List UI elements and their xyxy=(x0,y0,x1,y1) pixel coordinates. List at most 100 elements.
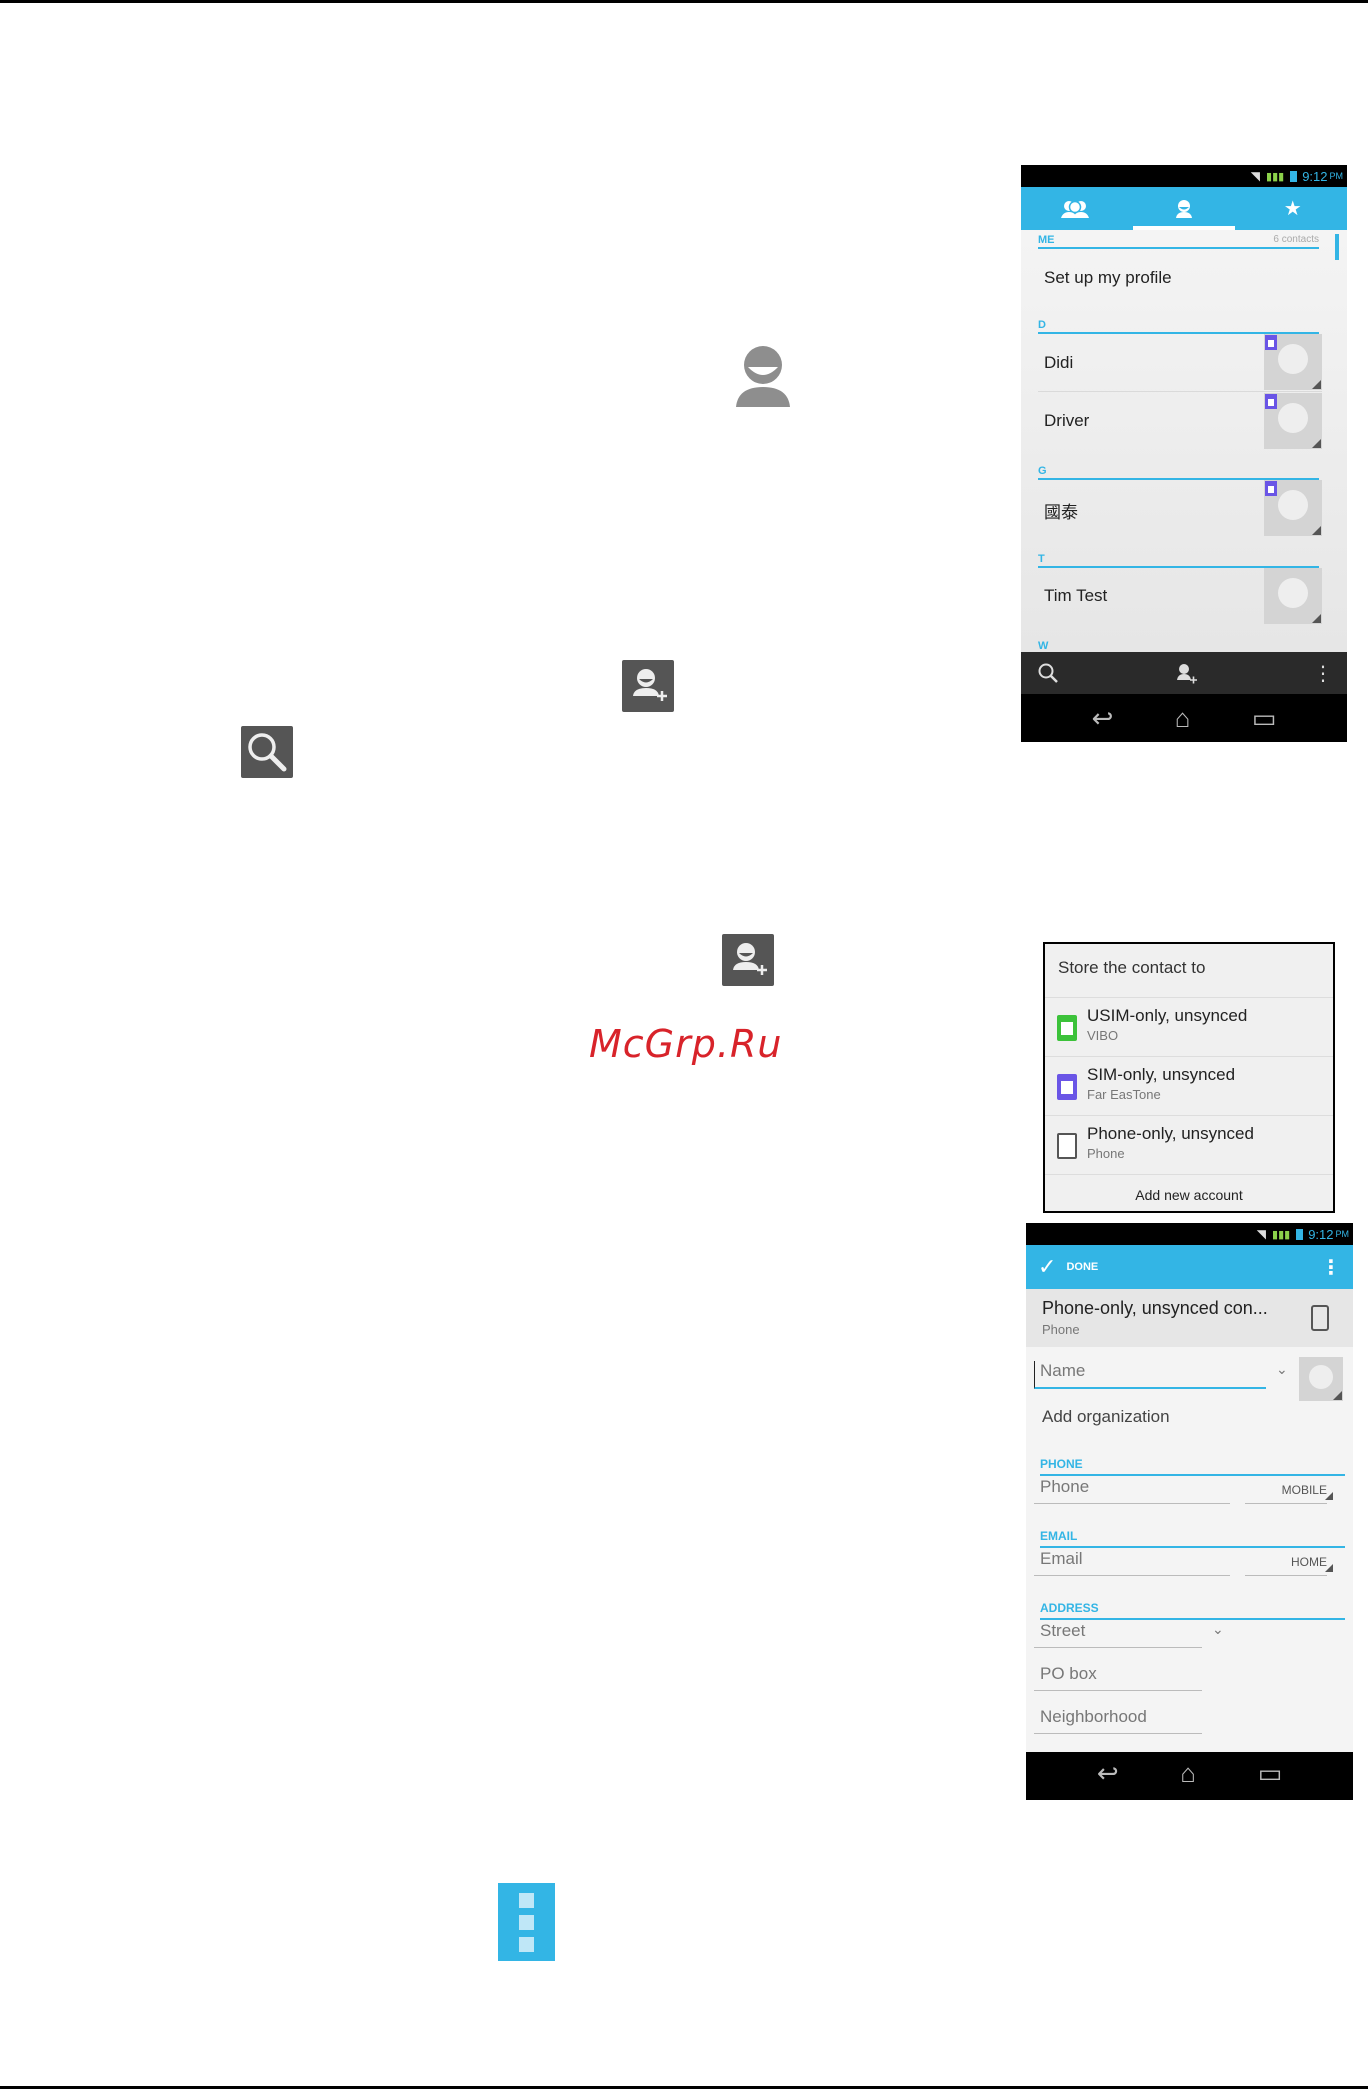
phone-device-icon xyxy=(1311,1305,1329,1331)
option-label: USIM-only, unsynced xyxy=(1087,1006,1248,1025)
option-sub: Phone xyxy=(1087,1146,1125,1161)
name-field[interactable]: Name xyxy=(1034,1361,1266,1389)
option-label: SIM-only, unsynced xyxy=(1087,1065,1236,1084)
signal-icon: ▮▮▮ xyxy=(1272,1228,1291,1241)
battery-icon xyxy=(1290,170,1298,182)
contact-item[interactable]: 國泰 xyxy=(1044,498,1078,523)
contact-list[interactable]: ME 6 contacts Set up my profile D Didi D… xyxy=(1021,230,1347,652)
divider xyxy=(1038,391,1322,392)
check-icon[interactable]: ✓ xyxy=(1038,1254,1056,1280)
back-icon[interactable]: ↩ xyxy=(1092,703,1114,734)
menu-icon[interactable]: ⋮ xyxy=(1313,661,1333,686)
contact-avatar xyxy=(1264,568,1322,624)
done-button[interactable]: DONE xyxy=(1066,1261,1098,1273)
recents-icon[interactable]: ▭ xyxy=(1258,1758,1283,1789)
wifi-icon: ◥ xyxy=(1250,169,1261,183)
section-header-d: D xyxy=(1038,319,1319,334)
contact-avatar xyxy=(1264,480,1322,536)
search-icon xyxy=(241,726,293,778)
phone-device-icon xyxy=(1057,1133,1077,1159)
contact-item[interactable]: Tim Test xyxy=(1044,586,1107,606)
add-new-account-button[interactable]: Add new account xyxy=(1045,1175,1333,1215)
nav-bar: ↩ ⌂ ▭ xyxy=(1021,694,1347,742)
star-icon: ★ xyxy=(1283,198,1302,220)
section-header-t: T xyxy=(1038,553,1319,568)
section-email: EMAIL xyxy=(1040,1529,1345,1548)
store-contact-dialog: Store the contact to USIM-only, unsynced… xyxy=(1043,942,1335,1213)
section-header-g: G xyxy=(1038,465,1319,480)
nav-bar: ↩ ⌂ ▭ xyxy=(1026,1752,1353,1795)
tab-bar: ★ xyxy=(1021,187,1347,230)
contact-icon xyxy=(1176,199,1192,218)
tab-all-contacts[interactable] xyxy=(1130,187,1239,230)
neighborhood-field[interactable]: Neighborhood xyxy=(1034,1707,1202,1734)
chevron-down-icon[interactable]: ⌄ xyxy=(1212,1621,1224,1638)
phone-field[interactable]: Phone xyxy=(1034,1477,1230,1504)
top-rule xyxy=(0,0,1368,3)
section-address: ADDRESS xyxy=(1040,1601,1345,1620)
sim-icon xyxy=(1265,394,1277,409)
add-contact-icon xyxy=(722,934,774,986)
option-usim[interactable]: USIM-only, unsynced VIBO xyxy=(1045,998,1333,1057)
groups-icon xyxy=(1061,200,1090,218)
bottom-rule xyxy=(0,2086,1368,2089)
wifi-icon: ◥ xyxy=(1256,1227,1267,1241)
option-phone[interactable]: Phone-only, unsynced Phone xyxy=(1045,1116,1333,1175)
status-bar: ◥ ▮▮▮ 9:12 PM xyxy=(1021,165,1347,187)
setup-profile-item[interactable]: Set up my profile xyxy=(1044,268,1172,288)
account-header[interactable]: Phone-only, unsynced con... Phone xyxy=(1026,1289,1353,1347)
watermark: McGrp.Ru xyxy=(589,1022,783,1066)
contact-avatar xyxy=(1264,393,1322,449)
pobox-field[interactable]: PO box xyxy=(1034,1664,1202,1691)
option-sim[interactable]: SIM-only, unsynced Far EasTone xyxy=(1045,1057,1333,1116)
bottom-action-bar: ⋮ xyxy=(1021,652,1347,694)
new-contact-screen: ◥ ▮▮▮ 9:12 PM ✓ DONE ⋮ Phone-only, unsyn… xyxy=(1026,1223,1353,1800)
add-organization-button[interactable]: Add organization xyxy=(1042,1407,1170,1427)
signal-icon: ▮▮▮ xyxy=(1266,170,1285,183)
contacts-screen: ◥ ▮▮▮ 9:12 PM ★ ME 6 contacts Set up my … xyxy=(1021,165,1347,742)
tab-groups[interactable] xyxy=(1021,187,1130,230)
option-sub: VIBO xyxy=(1087,1028,1119,1043)
contact-count: 6 contacts xyxy=(1273,234,1319,245)
chevron-down-icon[interactable]: ⌄ xyxy=(1276,1361,1288,1378)
section-header-w: W xyxy=(1038,640,1319,652)
home-icon[interactable]: ⌂ xyxy=(1175,703,1191,734)
email-type-select[interactable]: HOME xyxy=(1245,1555,1333,1576)
menu-icon xyxy=(498,1883,555,1961)
home-icon[interactable]: ⌂ xyxy=(1180,1758,1196,1789)
photo-avatar[interactable] xyxy=(1299,1357,1343,1401)
contact-item[interactable]: Didi xyxy=(1044,353,1073,373)
action-bar: ✓ DONE ⋮ xyxy=(1026,1245,1353,1289)
phone-type-select[interactable]: MOBILE xyxy=(1245,1483,1333,1504)
menu-icon[interactable]: ⋮ xyxy=(1321,1255,1341,1280)
sim-icon xyxy=(1265,481,1277,496)
contact-icon xyxy=(732,343,794,409)
recents-icon[interactable]: ▭ xyxy=(1252,703,1277,734)
search-icon[interactable] xyxy=(1037,662,1059,684)
section-header-me: ME 6 contacts xyxy=(1038,234,1319,249)
status-ampm: PM xyxy=(1329,171,1344,181)
dialog-title: Store the contact to xyxy=(1045,944,1333,998)
status-time: 9:12 xyxy=(1302,168,1328,184)
sim-card-icon xyxy=(1057,1074,1077,1100)
account-title: Phone-only, unsynced con... xyxy=(1042,1298,1268,1318)
back-icon[interactable]: ↩ xyxy=(1097,1758,1119,1789)
tab-favorites[interactable]: ★ xyxy=(1238,187,1347,230)
section-phone: PHONE xyxy=(1040,1457,1345,1476)
contact-avatar xyxy=(1264,334,1322,390)
sim-icon xyxy=(1265,335,1277,350)
add-contact-icon[interactable] xyxy=(1174,662,1198,684)
battery-icon xyxy=(1296,1228,1304,1240)
contact-item[interactable]: Driver xyxy=(1044,411,1089,431)
status-ampm: PM xyxy=(1335,1229,1350,1239)
usim-card-icon xyxy=(1057,1015,1077,1041)
add-contact-icon xyxy=(622,660,674,712)
account-sub: Phone xyxy=(1042,1322,1080,1337)
street-field[interactable]: Street xyxy=(1034,1621,1202,1648)
option-label: Phone-only, unsynced xyxy=(1087,1124,1254,1143)
status-bar: ◥ ▮▮▮ 9:12 PM xyxy=(1026,1223,1353,1245)
scrollbar[interactable] xyxy=(1335,234,1339,260)
email-field[interactable]: Email xyxy=(1034,1549,1230,1576)
status-time: 9:12 xyxy=(1308,1226,1334,1242)
contact-form: Phone-only, unsynced con... Phone Name ⌄… xyxy=(1026,1289,1353,1752)
